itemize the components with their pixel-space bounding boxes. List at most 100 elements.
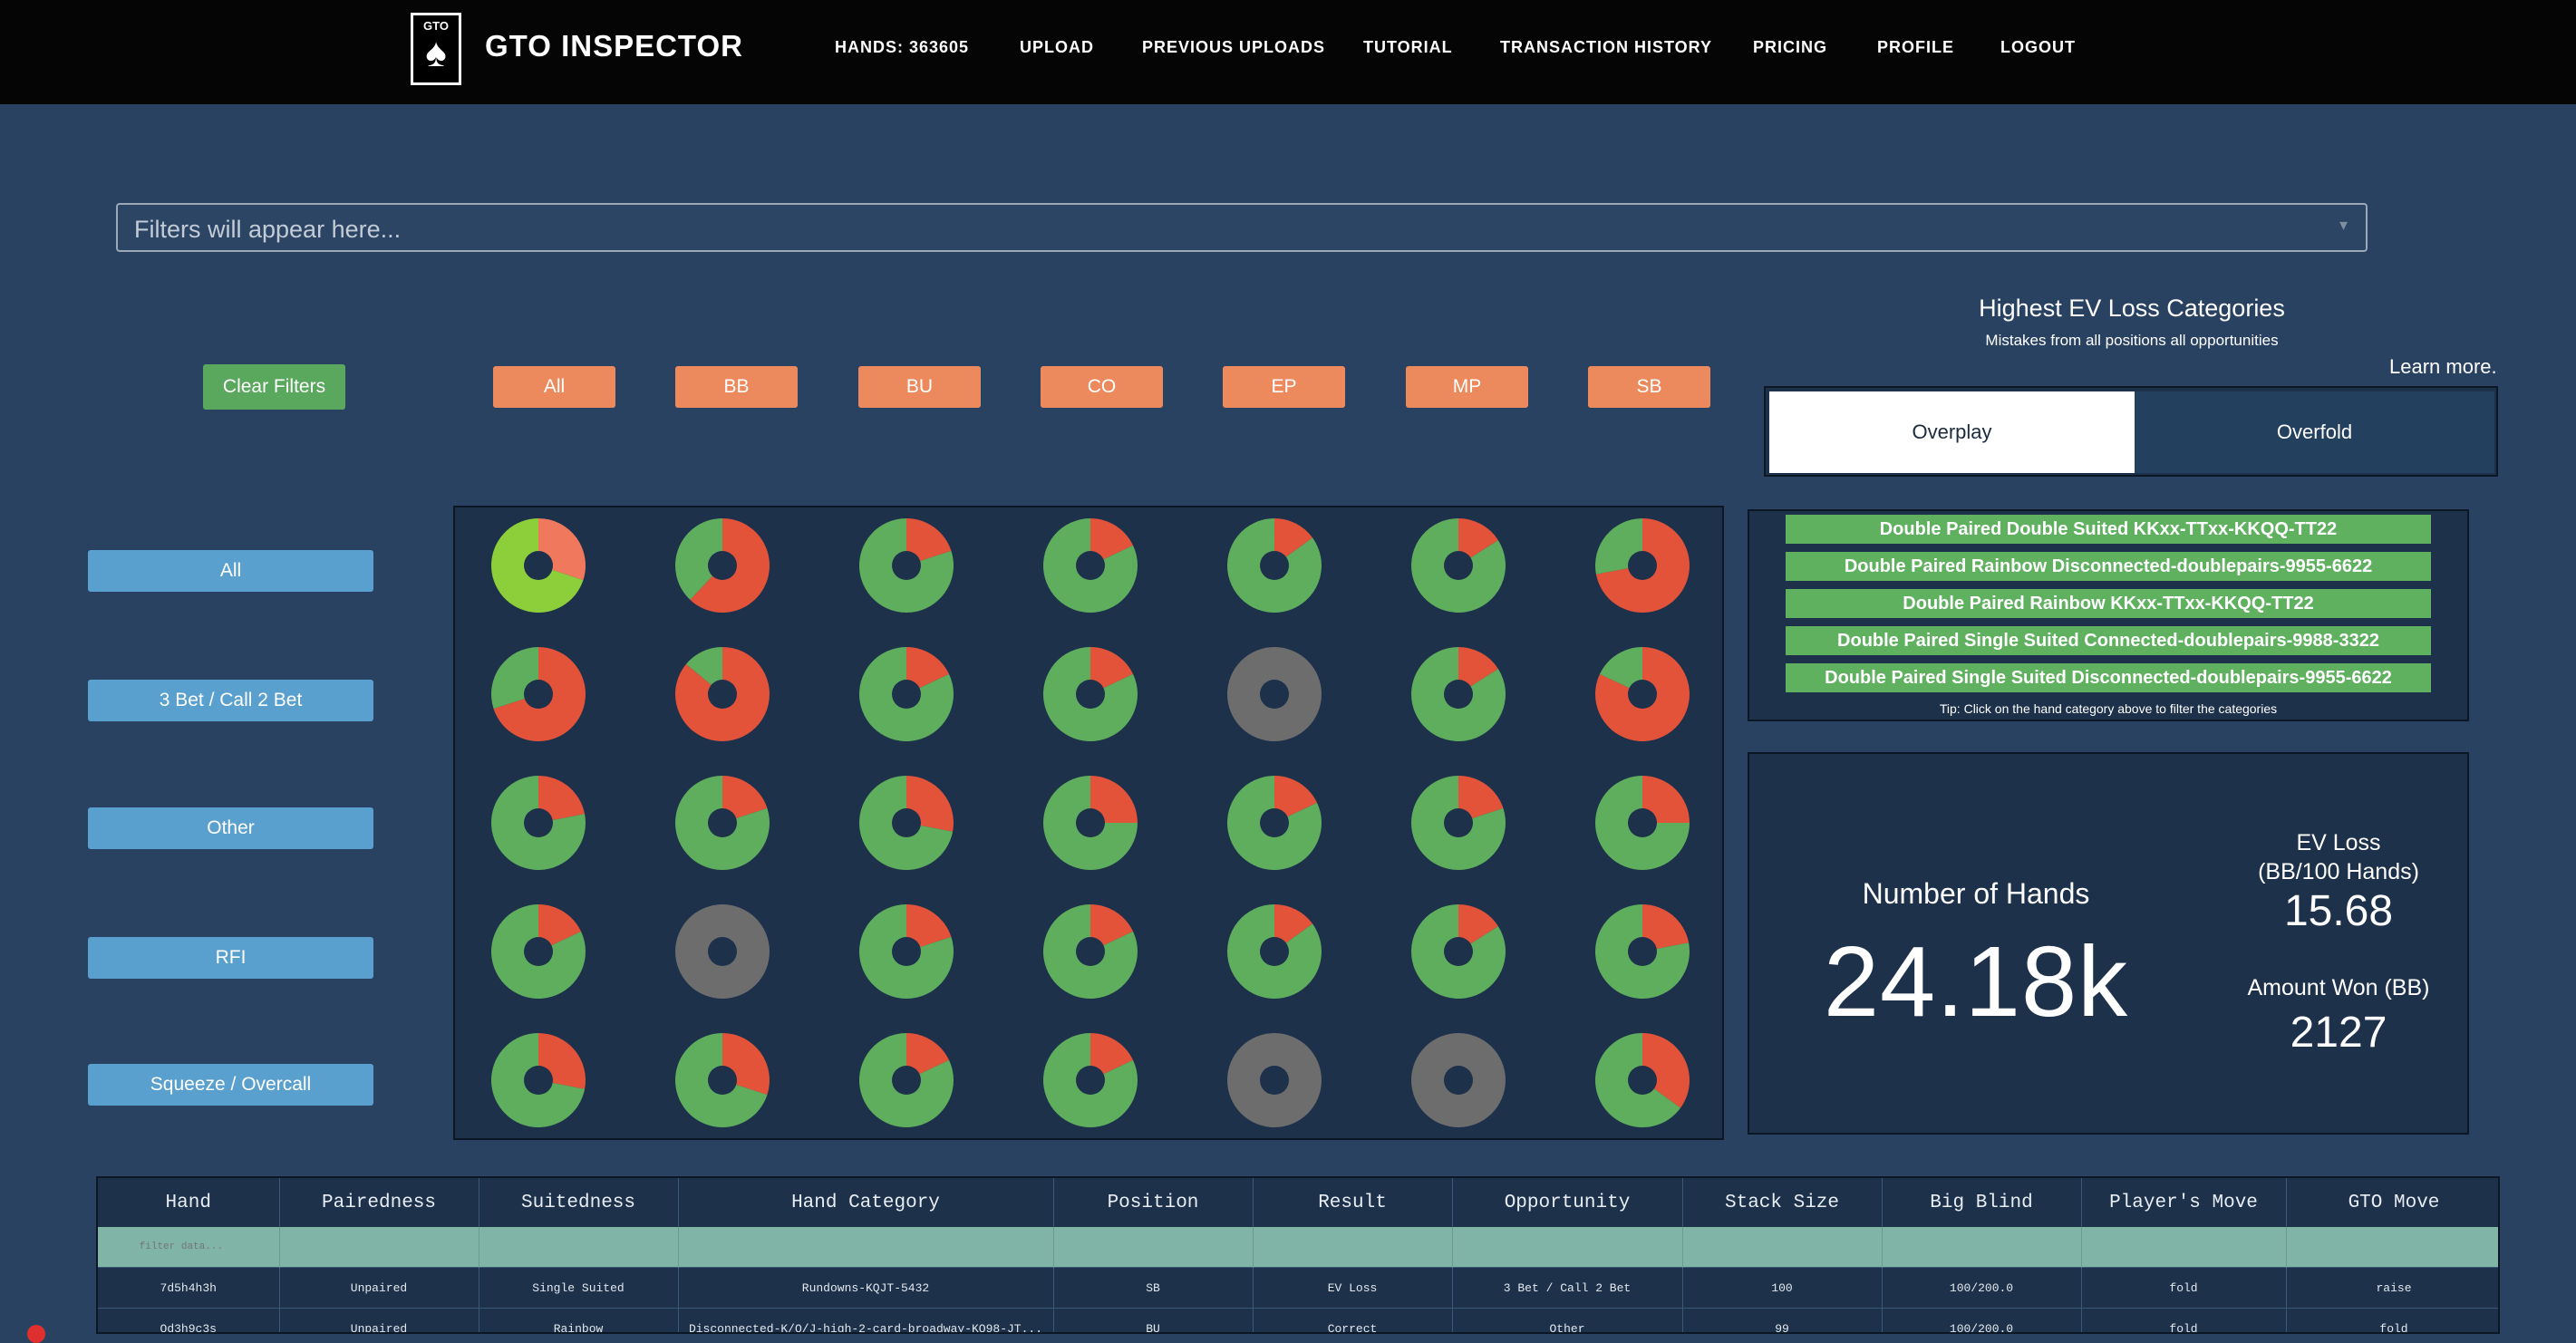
brand-title[interactable]: GTO INSPECTOR [485,29,743,63]
table-cell: Unpaired [279,1267,479,1309]
donut-hole [1260,808,1289,837]
position-button-ep[interactable]: EP [1223,366,1345,408]
tab-overplay[interactable]: Overplay [1769,391,2135,473]
table-cell: fold [2286,1308,2498,1332]
ev-loss-value: 15.68 [2283,887,2394,935]
donut-hole [1260,551,1289,580]
column-header-position[interactable]: Position [1053,1178,1254,1227]
clear-filters-button[interactable]: Clear Filters [203,364,345,410]
filter-cell-input[interactable] [1254,1234,1435,1260]
record-indicator-icon [27,1325,45,1343]
category-item[interactable]: Double Paired Single Suited Connected-do… [1786,626,2431,655]
donut-hole [524,1066,553,1095]
donut-hole [524,680,553,709]
nav-pricing[interactable]: PRICING [1753,38,1827,57]
table-header-row: Hand Pairedness Suitedness Hand Category… [98,1178,2498,1227]
nav-transaction-history[interactable]: TRANSACTION HISTORY [1500,38,1712,57]
category-item[interactable]: Double Paired Double Suited KKxx-TTxx-KK… [1786,515,2431,544]
table-cell: fold [2081,1267,2287,1309]
filter-input[interactable] [132,212,2311,246]
donut-hole [1628,808,1657,837]
categories-tip: Tip: Click on the hand category above to… [1939,701,2278,716]
categories-title: Highest EV Loss Categories [1979,295,2285,322]
category-item[interactable]: Double Paired Rainbow Disconnected-doubl… [1786,552,2431,581]
categories-panel: Double Paired Double Suited KKxx-TTxx-KK… [1748,509,2469,721]
category-tabs: Overplay Overfold [1764,386,2498,477]
column-header-pairedness[interactable]: Pairedness [279,1178,479,1227]
opportunity-button-all[interactable]: All [88,550,373,592]
donut-hole [708,551,737,580]
donut-hole [1260,1066,1289,1095]
filter-cell-input[interactable] [2287,1234,2483,1260]
column-header-hand[interactable]: Hand [98,1178,280,1227]
donut-hole [524,937,553,966]
donut-hole [892,551,921,580]
table-cell: 99 [1682,1308,1883,1332]
filter-dropdown[interactable]: ▾ [116,203,2368,252]
table-cell: 7d5h4h3h [98,1267,280,1309]
chevron-down-icon[interactable]: ▾ [2339,216,2348,235]
position-button-mp[interactable]: MP [1406,366,1528,408]
position-button-all[interactable]: All [493,366,615,408]
opportunity-button-3bet-call2bet[interactable]: 3 Bet / Call 2 Bet [88,680,373,721]
filter-cell-input[interactable] [1453,1234,1662,1260]
tab-overfold[interactable]: Overfold [2135,391,2494,473]
amount-won-value: 2127 [2290,1009,2387,1057]
filter-cell-input[interactable] [1054,1234,1235,1260]
category-item[interactable]: Double Paired Single Suited Disconnected… [1786,663,2431,692]
table-cell: 100 [1682,1267,1883,1309]
table-cell: Disconnected-K/Q/J-high-2-card-broadway-… [678,1308,1054,1332]
nav-logout[interactable]: LOGOUT [2000,38,2076,57]
number-of-hands-label: Number of Hands [1862,877,2090,910]
filter-cell-input[interactable] [1883,1234,2064,1260]
nav-tutorial[interactable]: TUTORIAL [1363,38,1453,57]
table-row[interactable]: 7d5h4h3h Unpaired Single Suited Rundowns… [98,1267,2498,1309]
nav-profile[interactable]: PROFILE [1877,38,1954,57]
table-cell: Other [1452,1308,1683,1332]
position-button-bu[interactable]: BU [858,366,981,408]
hands-table: Hand Pairedness Suitedness Hand Category… [96,1176,2500,1334]
table-cell: Rundowns-KQJT-5432 [678,1267,1054,1309]
nav-previous-uploads[interactable]: PREVIOUS UPLOADS [1142,38,1325,57]
donut-hole [1260,680,1289,709]
filter-cell-input[interactable] [679,1234,1019,1260]
table-cell: raise [2286,1267,2498,1309]
donut-grid [491,518,1690,1128]
nav-upload[interactable]: UPLOAD [1020,38,1094,57]
opportunity-button-squeeze-overcall[interactable]: Squeeze / Overcall [88,1064,373,1106]
column-header-big-blind[interactable]: Big Blind [1882,1178,2082,1227]
table-row[interactable]: Qd3h9c3s Unpaired Rainbow Disconnected-K… [98,1308,2498,1332]
column-header-gto-move[interactable]: GTO Move [2286,1178,2498,1227]
filter-cell-input[interactable] [99,1234,264,1260]
table-cell: SB [1053,1267,1254,1309]
filter-cell-input[interactable] [280,1234,461,1260]
donut-hole [1628,551,1657,580]
filter-cell-input[interactable] [2082,1234,2269,1260]
column-header-opportunity[interactable]: Opportunity [1452,1178,1683,1227]
opportunity-button-other[interactable]: Other [88,807,373,849]
category-item[interactable]: Double Paired Rainbow KKxx-TTxx-KKQQ-TT2… [1786,589,2431,618]
number-of-hands-value: 24.18k [1823,926,2129,1038]
column-header-hand-category[interactable]: Hand Category [678,1178,1054,1227]
nav-hands-count: HANDS: 363605 [835,38,970,56]
position-button-sb[interactable]: SB [1588,366,1710,408]
position-button-bb[interactable]: BB [675,366,798,408]
learn-more-link[interactable]: Learn more. [2389,355,2497,379]
filter-cell-input[interactable] [1683,1234,1864,1260]
table-cell: Unpaired [279,1308,479,1332]
logo[interactable]: GTO ♠ [411,13,461,85]
column-header-stack-size[interactable]: Stack Size [1682,1178,1883,1227]
column-header-players-move[interactable]: Player's Move [2081,1178,2287,1227]
column-header-suitedness[interactable]: Suitedness [479,1178,679,1227]
column-header-result[interactable]: Result [1253,1178,1453,1227]
table-cell: Correct [1253,1308,1453,1332]
donut-hole [1444,808,1473,837]
position-button-co[interactable]: CO [1041,366,1163,408]
filter-cell-input[interactable] [479,1234,661,1260]
donut-hole [1076,551,1105,580]
donut-hole [708,680,737,709]
top-navbar: GTO ♠ GTO INSPECTOR HANDS: 363605 UPLOAD… [0,0,2576,104]
donut-hole [1076,680,1105,709]
table-cell: Single Suited [479,1267,679,1309]
opportunity-button-rfi[interactable]: RFI [88,937,373,979]
